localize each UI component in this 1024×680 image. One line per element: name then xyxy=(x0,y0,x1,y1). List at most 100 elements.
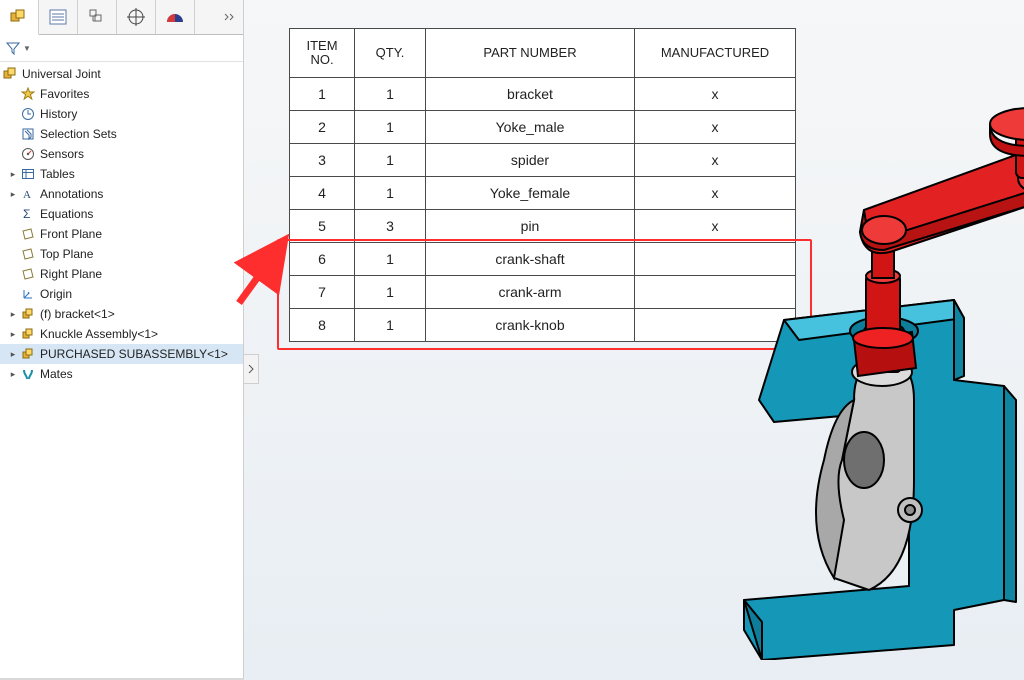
tree-item[interactable]: ▸Tables xyxy=(0,164,243,184)
bom-cell[interactable]: 1 xyxy=(355,177,426,210)
tree-item[interactable]: Right Plane xyxy=(0,264,243,284)
bom-cell[interactable]: 1 xyxy=(355,243,426,276)
tab-display-manager[interactable] xyxy=(156,0,195,34)
tree-item[interactable]: Favorites xyxy=(0,84,243,104)
tree-item[interactable]: ▸ A Annotations xyxy=(0,184,243,204)
bom-cell[interactable]: 3 xyxy=(290,144,355,177)
tree-item-label: Annotations xyxy=(40,187,103,201)
panel-tabs xyxy=(0,0,243,35)
app-root: ▼ Universal Joint Favorites History Select… xyxy=(0,0,1024,680)
bom-cell[interactable]: 1 xyxy=(355,111,426,144)
tree-item[interactable]: History xyxy=(0,104,243,124)
tree-item-label: Selection Sets xyxy=(40,127,117,141)
tab-feature-manager[interactable] xyxy=(0,0,39,35)
expand-icon[interactable]: ▸ xyxy=(8,169,18,180)
feature-tree[interactable]: Universal Joint Favorites History Selectio… xyxy=(0,62,243,680)
tree-item-label: Origin xyxy=(40,287,72,301)
svg-text:A: A xyxy=(23,189,31,201)
bom-cell[interactable]: 5 xyxy=(290,210,355,243)
bom-cell[interactable]: 3 xyxy=(355,210,426,243)
tree-item[interactable]: Origin xyxy=(0,284,243,304)
tree-item-icon xyxy=(20,366,36,382)
tree-item-icon xyxy=(20,146,36,162)
assembly-icon xyxy=(2,66,18,82)
tree-item-icon xyxy=(20,246,36,262)
bom-header-item[interactable]: ITEM NO. xyxy=(290,29,355,78)
model-view-universal-joint xyxy=(704,100,1024,660)
tree-item[interactable]: Σ Equations xyxy=(0,204,243,224)
tree-item[interactable]: Top Plane xyxy=(0,244,243,264)
tree-item[interactable]: Front Plane xyxy=(0,224,243,244)
tree-item-label: Equations xyxy=(40,207,93,221)
svg-text:Σ: Σ xyxy=(23,207,30,221)
tree-item-label: Top Plane xyxy=(40,247,93,261)
dropdown-icon: ▼ xyxy=(23,44,31,53)
bom-cell[interactable]: spider xyxy=(426,144,635,177)
feature-manager-panel: ▼ Universal Joint Favorites History Select… xyxy=(0,0,244,680)
bom-header-mfg[interactable]: MANUFACTURED xyxy=(635,29,796,78)
bom-header-qty[interactable]: QTY. xyxy=(355,29,426,78)
bom-cell[interactable]: 1 xyxy=(355,309,426,342)
tree-root[interactable]: Universal Joint xyxy=(0,64,243,84)
tree-item[interactable]: ▸ Knuckle Assembly<1> xyxy=(0,324,243,344)
tree-item-icon xyxy=(20,86,36,102)
funnel-icon xyxy=(6,41,20,55)
tree-item-icon: Σ xyxy=(20,206,36,222)
tree-item[interactable]: ▸ PURCHASED SUBASSEMBLY<1> xyxy=(0,344,243,364)
bom-cell[interactable]: 2 xyxy=(290,111,355,144)
tree-item-icon xyxy=(20,166,36,182)
tab-property-manager[interactable] xyxy=(39,0,78,34)
tree-item-icon xyxy=(20,286,36,302)
graphics-viewport[interactable]: ITEM NO. QTY. PART NUMBER MANUFACTURED 1… xyxy=(244,0,1024,680)
config-icon xyxy=(87,7,107,27)
tree-item-label: Knuckle Assembly<1> xyxy=(40,327,158,341)
tab-configuration-manager[interactable] xyxy=(78,0,117,34)
tree-item-icon xyxy=(20,346,36,362)
list-icon xyxy=(48,7,68,27)
bom-cell[interactable]: Yoke_female xyxy=(426,177,635,210)
bom-cell[interactable]: 4 xyxy=(290,177,355,210)
expand-icon[interactable]: ▸ xyxy=(8,329,18,340)
tree-item[interactable]: Selection Sets xyxy=(0,124,243,144)
tree-item-label: Right Plane xyxy=(40,267,102,281)
expand-icon[interactable]: ▸ xyxy=(8,349,18,360)
filter-bar[interactable]: ▼ xyxy=(0,35,243,62)
bom-cell[interactable]: crank-knob xyxy=(426,309,635,342)
tree-item-label: PURCHASED SUBASSEMBLY<1> xyxy=(40,347,228,361)
bom-cell[interactable]: bracket xyxy=(426,78,635,111)
tree-item-icon xyxy=(20,306,36,322)
bom-cell[interactable]: 6 xyxy=(290,243,355,276)
tree-item-icon xyxy=(20,326,36,342)
target-icon xyxy=(126,7,146,27)
tree-root-label: Universal Joint xyxy=(22,67,101,81)
bom-cell[interactable]: 1 xyxy=(290,78,355,111)
bom-cell[interactable]: Yoke_male xyxy=(426,111,635,144)
tree-item-icon xyxy=(20,106,36,122)
bom-cell[interactable]: 1 xyxy=(355,144,426,177)
tab-dimxpert[interactable] xyxy=(117,0,156,34)
bom-cell[interactable]: pin xyxy=(426,210,635,243)
tree-item-label: History xyxy=(40,107,77,121)
tree-item-icon xyxy=(20,126,36,142)
bom-cell[interactable]: 1 xyxy=(355,276,426,309)
bom-header-pn[interactable]: PART NUMBER xyxy=(426,29,635,78)
expand-icon[interactable]: ▸ xyxy=(8,369,18,380)
tree-item[interactable]: ▸ (f) bracket<1> xyxy=(0,304,243,324)
tree-item-label: (f) bracket<1> xyxy=(40,307,115,321)
bom-cell[interactable]: crank-arm xyxy=(426,276,635,309)
bom-cell[interactable]: 8 xyxy=(290,309,355,342)
bom-cell[interactable]: 7 xyxy=(290,276,355,309)
tree-item[interactable]: Sensors xyxy=(0,144,243,164)
appearance-icon xyxy=(165,7,185,27)
tree-item-icon xyxy=(20,266,36,282)
assembly-icon xyxy=(9,7,29,27)
tabs-overflow[interactable] xyxy=(215,10,243,24)
panel-flyout-toggle[interactable] xyxy=(244,354,259,384)
bom-cell[interactable]: 1 xyxy=(355,78,426,111)
tree-item-icon: A xyxy=(20,186,36,202)
expand-icon[interactable]: ▸ xyxy=(8,309,18,320)
bom-cell[interactable]: crank-shaft xyxy=(426,243,635,276)
expand-icon[interactable]: ▸ xyxy=(8,189,18,200)
tree-item[interactable]: ▸ Mates xyxy=(0,364,243,384)
tree-item-label: Mates xyxy=(40,367,73,381)
